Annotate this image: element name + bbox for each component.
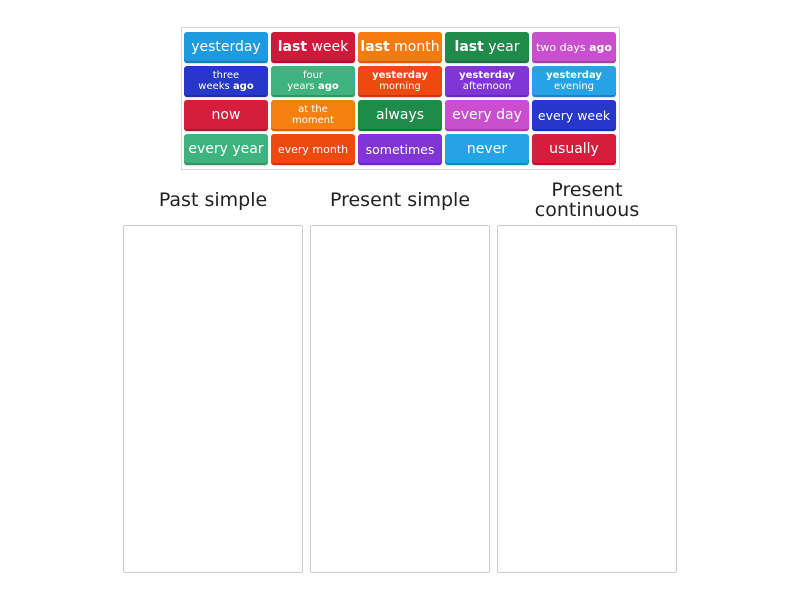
word-tile-label: every day [452, 108, 522, 123]
word-tile-part: never [466, 141, 508, 158]
word-tile-part: evening [553, 80, 595, 92]
word-tile-part: every day [452, 107, 522, 124]
word-tile-label: yesterday afternoon [459, 70, 515, 92]
drop-zone-past-simple[interactable] [123, 225, 303, 573]
word-tile-part: four [302, 70, 324, 81]
word-tile-part: every week [537, 107, 611, 123]
word-tile-yesterday[interactable]: yesterday [184, 32, 268, 63]
word-tile-bold-part: last [277, 39, 308, 56]
word-tile-last-year[interactable]: last year [445, 32, 529, 63]
column-heading-present-continuous: Present continuous [534, 179, 640, 221]
column-heading-present-simple: Present simple [329, 189, 471, 211]
word-tile-label: last month [360, 40, 439, 55]
word-tile-bold-part: yesterday [372, 70, 428, 81]
word-tile-part: two days [536, 40, 590, 54]
word-tile-bold-part: yesterday [546, 70, 602, 81]
word-tile-part: usually [549, 141, 599, 158]
word-tile-last-week[interactable]: last week [271, 32, 355, 63]
word-tile-bold-part: ago [317, 80, 339, 92]
word-tile-part: year [483, 39, 520, 56]
word-tile-label: always [376, 108, 424, 123]
drop-zone-present-simple[interactable] [310, 225, 490, 573]
word-tile-part: weeks [198, 80, 233, 92]
word-tile-label: last year [455, 40, 520, 55]
word-tile-three-weeks-ago[interactable]: three weeks ago [184, 66, 268, 97]
word-tile-at-the-moment[interactable]: at the moment [271, 100, 355, 131]
word-tile-part: month [389, 39, 440, 56]
word-tile-sometimes[interactable]: sometimes [358, 134, 442, 165]
word-tile-bold-part: yesterday [459, 70, 515, 81]
word-tile-part: three [212, 70, 240, 81]
word-tile-never[interactable]: never [445, 134, 529, 165]
word-tile-part: morning [379, 80, 421, 92]
word-tile-label: at the moment [291, 104, 334, 126]
word-tile-every-month[interactable]: every month [271, 134, 355, 165]
word-tile-part: every year [188, 141, 264, 158]
word-tile-always[interactable]: always [358, 100, 442, 131]
drop-zone-present-continuous[interactable] [497, 225, 677, 573]
word-tile-part: sometimes [365, 141, 435, 157]
word-tile-usually[interactable]: usually [532, 134, 616, 165]
word-tile-part: week [307, 39, 349, 56]
word-tile-bold-part: ago [589, 40, 612, 54]
word-tile-two-days-ago[interactable]: two days ago [532, 32, 616, 63]
word-tile-four-years-ago[interactable]: four years ago [271, 66, 355, 97]
word-tile-label: every year [188, 142, 263, 157]
word-tile-last-month[interactable]: last month [358, 32, 442, 63]
word-tile-now[interactable]: now [184, 100, 268, 131]
word-tile-every-year[interactable]: every year [184, 134, 268, 165]
word-tile-bold-part: last [454, 39, 484, 56]
word-tile-label: yesterday morning [372, 70, 428, 92]
word-tile-label: three weeks ago [198, 70, 254, 92]
word-tile-yesterday-afternoon[interactable]: yesterday afternoon [445, 66, 529, 97]
word-tile-every-day[interactable]: every day [445, 100, 529, 131]
word-tile-label: last week [278, 40, 349, 55]
column-heading-past-simple: Past simple [158, 189, 268, 211]
word-tile-part: moment [291, 114, 334, 126]
word-tile-every-week[interactable]: every week [532, 100, 616, 131]
word-tile-part: every month [277, 142, 349, 156]
word-tile-label: never [467, 142, 507, 157]
word-tile-part: years [287, 80, 318, 92]
word-tile-part: afternoon [462, 80, 512, 92]
word-tile-yesterday-morning[interactable]: yesterday morning [358, 66, 442, 97]
word-tile-bold-part: last [360, 39, 390, 56]
word-tile-part: always [375, 107, 425, 124]
word-tile-label: yesterday [191, 40, 261, 55]
word-tile-label: sometimes [366, 143, 435, 156]
word-tile-label: four years ago [287, 70, 339, 92]
word-tile-yesterday-evening[interactable]: yesterday evening [532, 66, 616, 97]
word-tile-label: usually [549, 142, 599, 157]
word-tile-label: now [212, 108, 241, 123]
word-tile-bold-part: ago [232, 80, 254, 92]
word-tile-part: yesterday [191, 39, 261, 56]
word-tile-label: every month [277, 142, 349, 156]
word-tile-label: yesterday evening [546, 70, 602, 92]
word-tile-label: two days ago [536, 40, 612, 54]
word-tile-part: at the [298, 104, 328, 115]
word-tile-label: every week [538, 109, 610, 122]
word-tile-part: now [211, 107, 241, 124]
